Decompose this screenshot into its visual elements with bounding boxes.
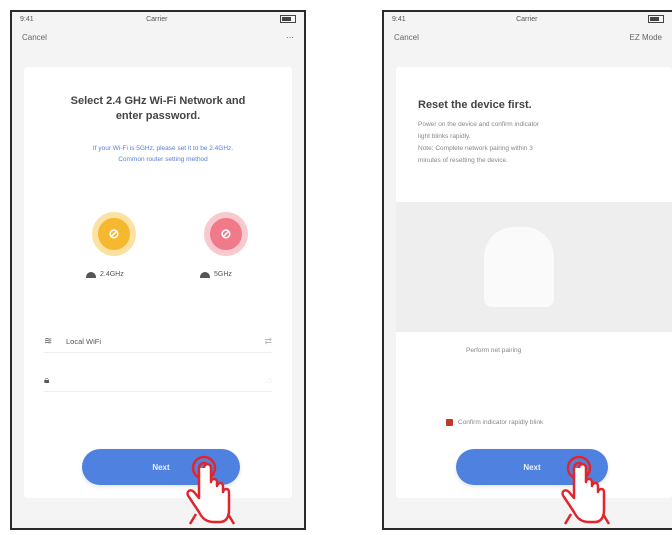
wifi-password-field[interactable]: 🔒︎ ◌ <box>44 369 272 392</box>
router-5ghz-icon: ⊘ <box>204 212 248 256</box>
show-password-icon[interactable]: ◌ <box>267 375 272 385</box>
more-icon[interactable]: ⋯ <box>286 33 294 42</box>
router-24ghz-icon: ⊘ <box>92 212 136 256</box>
right-phone-screen: 9:41 Carrier Cancel EZ Mode Reset the de… <box>382 10 672 530</box>
battery-icon <box>647 15 664 23</box>
reset-device-card: Reset the device first. Power on the dev… <box>396 67 672 498</box>
battery-icon <box>279 15 296 23</box>
confirm-checkbox-row[interactable]: Confirm indicator rapidly blink <box>446 419 543 426</box>
reset-instructions: Power on the device and confirm indicato… <box>418 121 540 164</box>
cancel-link[interactable]: Cancel <box>22 33 47 42</box>
wifi-ssid-field[interactable]: ≋ Local WiFi ⇄ <box>44 330 272 353</box>
page-title: Reset the device first. <box>418 99 532 111</box>
lock-icon: 🔒︎ <box>44 374 50 386</box>
router-5ghz-label: 5GHz <box>200 271 232 278</box>
status-time: 9:41 <box>392 15 406 23</box>
device-image <box>484 227 554 307</box>
nav-bar: Cancel ⋯ <box>12 26 304 48</box>
ez-mode-link[interactable]: EZ Mode <box>630 33 662 42</box>
swap-icon[interactable]: ⇄ <box>264 336 272 347</box>
nav-bar: Cancel EZ Mode <box>384 26 672 48</box>
router-setting-link[interactable]: Common router setting method <box>54 156 272 163</box>
router-icon <box>200 271 210 278</box>
checkbox[interactable] <box>446 419 453 426</box>
tap-hand-icon <box>561 455 611 525</box>
wifi-form-card: Select 2.4 GHz Wi-Fi Network and enter p… <box>24 67 292 498</box>
status-bar: 9:41 Carrier <box>12 12 304 26</box>
wifi-icon: ≋ <box>44 335 53 347</box>
status-carrier: Carrier <box>516 15 538 23</box>
illustration-caption: Perform net pairing <box>466 347 522 354</box>
tap-hand-icon <box>186 455 236 525</box>
status-bar: 9:41 Carrier <box>384 12 672 26</box>
device-illustration <box>396 202 672 332</box>
cancel-link[interactable]: Cancel <box>394 33 419 42</box>
router-icon <box>86 271 96 278</box>
frequency-note: If your Wi-Fi is 5GHz, please set it to … <box>54 145 272 163</box>
page-title: Select 2.4 GHz Wi-Fi Network and enter p… <box>70 95 246 122</box>
left-phone-screen: 9:41 Carrier Cancel ⋯ Select 2.4 GHz Wi-… <box>10 10 306 530</box>
status-time: 9:41 <box>20 15 34 23</box>
status-carrier: Carrier <box>146 15 168 23</box>
router-24ghz-label: 2.4GHz <box>86 271 124 278</box>
